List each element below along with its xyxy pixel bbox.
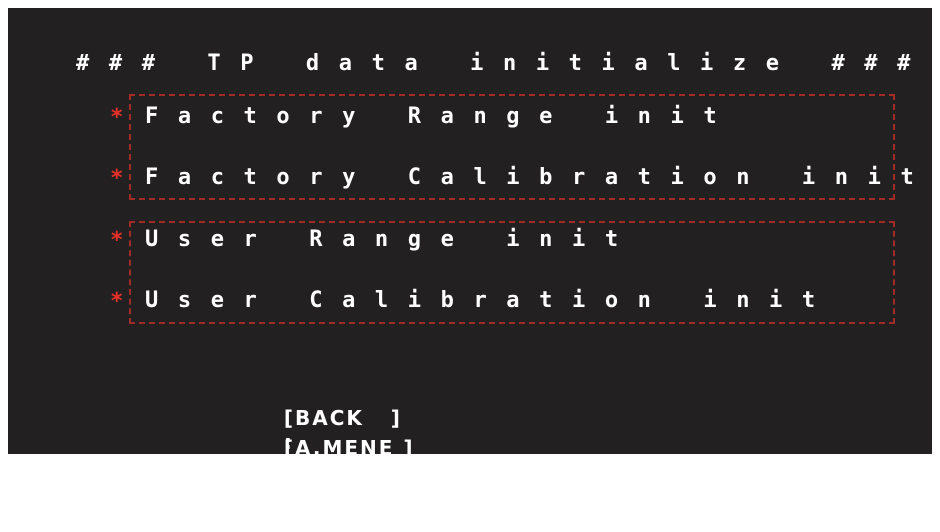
selection-marker-icon: * [111,166,123,191]
selection-marker-icon: * [111,228,123,253]
menu-item-user-range-init[interactable]: User Range init [145,227,638,253]
selection-marker-icon: * [111,105,123,130]
tp-screen: ### TP data initialize ### * Factory Ran… [8,8,933,508]
footer-hint-menu: [A.MENE ] : Return to Menu [256,412,727,532]
key-description-menu: Return to Menu [283,484,727,508]
key-label-menu: [A.MENE ] [283,436,415,460]
menu-item-factory-range-init[interactable]: Factory Range init [145,104,736,130]
menu-item-factory-calibration-init[interactable]: Factory Calibration init [145,165,933,191]
selection-marker-icon: * [111,289,123,314]
page-title: ### TP data initialize ### [76,51,930,76]
menu-item-user-calibration-init[interactable]: User Calibration init [145,288,835,314]
key-separator: : [283,460,292,484]
